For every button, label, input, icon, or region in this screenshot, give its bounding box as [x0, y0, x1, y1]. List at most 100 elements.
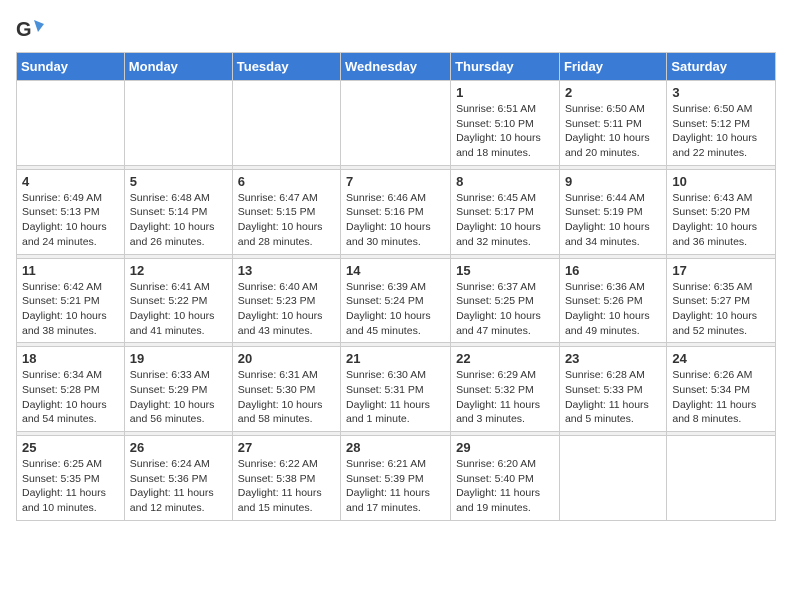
day-number: 20 — [238, 351, 335, 366]
day-number: 15 — [456, 263, 554, 278]
calendar-cell: 24 Sunrise: 6:26 AM Sunset: 5:34 PM Dayli… — [667, 347, 776, 432]
week-row-2: 4 Sunrise: 6:49 AM Sunset: 5:13 PM Daylig… — [17, 169, 776, 254]
day-info: Sunrise: 6:28 AM Sunset: 5:33 PM Dayligh… — [565, 368, 661, 427]
day-number: 12 — [130, 263, 227, 278]
day-info: Sunrise: 6:21 AM Sunset: 5:39 PM Dayligh… — [346, 457, 445, 516]
calendar-cell: 11 Sunrise: 6:42 AM Sunset: 5:21 PM Dayli… — [17, 258, 125, 343]
calendar-cell: 29 Sunrise: 6:20 AM Sunset: 5:40 PM Dayli… — [451, 436, 560, 521]
day-number: 23 — [565, 351, 661, 366]
calendar-cell: 28 Sunrise: 6:21 AM Sunset: 5:39 PM Dayli… — [341, 436, 451, 521]
day-number: 28 — [346, 440, 445, 455]
day-info: Sunrise: 6:35 AM Sunset: 5:27 PM Dayligh… — [672, 280, 770, 339]
day-info: Sunrise: 6:30 AM Sunset: 5:31 PM Dayligh… — [346, 368, 445, 427]
calendar-cell — [124, 81, 232, 166]
day-number: 18 — [22, 351, 119, 366]
day-number: 2 — [565, 85, 661, 100]
day-number: 29 — [456, 440, 554, 455]
calendar-cell: 14Sunrise: 6:39 AM Sunset: 5:24 PM Dayli… — [341, 258, 451, 343]
day-info: Sunrise: 6:37 AM Sunset: 5:25 PM Dayligh… — [456, 280, 554, 339]
calendar-cell: 25 Sunrise: 6:25 AM Sunset: 5:35 PM Dayli… — [17, 436, 125, 521]
day-info: Sunrise: 6:46 AM Sunset: 5:16 PM Dayligh… — [346, 191, 445, 250]
day-info: Sunrise: 6:20 AM Sunset: 5:40 PM Dayligh… — [456, 457, 554, 516]
day-info: Sunrise: 6:24 AM Sunset: 5:36 PM Dayligh… — [130, 457, 227, 516]
day-number: 8 — [456, 174, 554, 189]
day-info: Sunrise: 6:36 AM Sunset: 5:26 PM Dayligh… — [565, 280, 661, 339]
logo-icon: G — [16, 16, 44, 44]
calendar-cell: 8 Sunrise: 6:45 AM Sunset: 5:17 PM Daylig… — [451, 169, 560, 254]
calendar-cell: 1Sunrise: 6:51 AM Sunset: 5:10 PM Daylig… — [451, 81, 560, 166]
day-info: Sunrise: 6:29 AM Sunset: 5:32 PM Dayligh… — [456, 368, 554, 427]
week-row-5: 25 Sunrise: 6:25 AM Sunset: 5:35 PM Dayli… — [17, 436, 776, 521]
day-number: 5 — [130, 174, 227, 189]
calendar-cell: 18 Sunrise: 6:34 AM Sunset: 5:28 PM Dayli… — [17, 347, 125, 432]
calendar-cell: 22Sunrise: 6:29 AM Sunset: 5:32 PM Dayli… — [451, 347, 560, 432]
day-info: Sunrise: 6:43 AM Sunset: 5:20 PM Dayligh… — [672, 191, 770, 250]
calendar-cell: 10 Sunrise: 6:43 AM Sunset: 5:20 PM Dayli… — [667, 169, 776, 254]
calendar-cell: 27 Sunrise: 6:22 AM Sunset: 5:38 PM Dayli… — [232, 436, 340, 521]
calendar-cell: 21Sunrise: 6:30 AM Sunset: 5:31 PM Dayli… — [341, 347, 451, 432]
day-number: 3 — [672, 85, 770, 100]
day-info: Sunrise: 6:22 AM Sunset: 5:38 PM Dayligh… — [238, 457, 335, 516]
day-info: Sunrise: 6:51 AM Sunset: 5:10 PM Dayligh… — [456, 102, 554, 161]
calendar-table: SundayMondayTuesdayWednesdayThursdayFrid… — [16, 52, 776, 521]
calendar-cell: 19Sunrise: 6:33 AM Sunset: 5:29 PM Dayli… — [124, 347, 232, 432]
day-info: Sunrise: 6:47 AM Sunset: 5:15 PM Dayligh… — [238, 191, 335, 250]
day-number: 17 — [672, 263, 770, 278]
calendar-cell — [17, 81, 125, 166]
day-number: 10 — [672, 174, 770, 189]
day-number: 26 — [130, 440, 227, 455]
calendar-cell: 16 Sunrise: 6:36 AM Sunset: 5:26 PM Dayli… — [559, 258, 666, 343]
day-number: 6 — [238, 174, 335, 189]
day-number: 16 — [565, 263, 661, 278]
column-header-sunday: Sunday — [17, 53, 125, 81]
day-info: Sunrise: 6:48 AM Sunset: 5:14 PM Dayligh… — [130, 191, 227, 250]
day-info: Sunrise: 6:34 AM Sunset: 5:28 PM Dayligh… — [22, 368, 119, 427]
day-number: 24 — [672, 351, 770, 366]
day-info: Sunrise: 6:25 AM Sunset: 5:35 PM Dayligh… — [22, 457, 119, 516]
day-number: 25 — [22, 440, 119, 455]
calendar-cell — [341, 81, 451, 166]
calendar-cell — [667, 436, 776, 521]
column-header-wednesday: Wednesday — [341, 53, 451, 81]
column-header-friday: Friday — [559, 53, 666, 81]
column-header-monday: Monday — [124, 53, 232, 81]
week-row-1: 1Sunrise: 6:51 AM Sunset: 5:10 PM Daylig… — [17, 81, 776, 166]
calendar-cell — [559, 436, 666, 521]
day-info: Sunrise: 6:50 AM Sunset: 5:12 PM Dayligh… — [672, 102, 770, 161]
day-number: 13 — [238, 263, 335, 278]
day-info: Sunrise: 6:49 AM Sunset: 5:13 PM Dayligh… — [22, 191, 119, 250]
svg-text:G: G — [16, 19, 32, 41]
day-number: 7 — [346, 174, 445, 189]
calendar-cell: 23 Sunrise: 6:28 AM Sunset: 5:33 PM Dayli… — [559, 347, 666, 432]
calendar-cell: 7 Sunrise: 6:46 AM Sunset: 5:16 PM Daylig… — [341, 169, 451, 254]
calendar-cell: 3 Sunrise: 6:50 AM Sunset: 5:12 PM Daylig… — [667, 81, 776, 166]
day-number: 9 — [565, 174, 661, 189]
calendar-cell: 17 Sunrise: 6:35 AM Sunset: 5:27 PM Dayli… — [667, 258, 776, 343]
day-number: 27 — [238, 440, 335, 455]
calendar-cell: 26 Sunrise: 6:24 AM Sunset: 5:36 PM Dayli… — [124, 436, 232, 521]
column-header-thursday: Thursday — [451, 53, 560, 81]
day-info: Sunrise: 6:45 AM Sunset: 5:17 PM Dayligh… — [456, 191, 554, 250]
calendar-cell: 13 Sunrise: 6:40 AM Sunset: 5:23 PM Dayli… — [232, 258, 340, 343]
week-row-4: 18 Sunrise: 6:34 AM Sunset: 5:28 PM Dayli… — [17, 347, 776, 432]
calendar-cell: 20 Sunrise: 6:31 AM Sunset: 5:30 PM Dayli… — [232, 347, 340, 432]
calendar-cell: 2 Sunrise: 6:50 AM Sunset: 5:11 PM Daylig… — [559, 81, 666, 166]
calendar-cell: 5 Sunrise: 6:48 AM Sunset: 5:14 PM Daylig… — [124, 169, 232, 254]
calendar-cell — [232, 81, 340, 166]
day-info: Sunrise: 6:42 AM Sunset: 5:21 PM Dayligh… — [22, 280, 119, 339]
day-number: 4 — [22, 174, 119, 189]
day-info: Sunrise: 6:31 AM Sunset: 5:30 PM Dayligh… — [238, 368, 335, 427]
day-number: 11 — [22, 263, 119, 278]
day-info: Sunrise: 6:40 AM Sunset: 5:23 PM Dayligh… — [238, 280, 335, 339]
day-info: Sunrise: 6:41 AM Sunset: 5:22 PM Dayligh… — [130, 280, 227, 339]
calendar-cell: 9 Sunrise: 6:44 AM Sunset: 5:19 PM Daylig… — [559, 169, 666, 254]
day-info: Sunrise: 6:50 AM Sunset: 5:11 PM Dayligh… — [565, 102, 661, 161]
day-number: 19 — [130, 351, 227, 366]
day-number: 14 — [346, 263, 445, 278]
day-info: Sunrise: 6:44 AM Sunset: 5:19 PM Dayligh… — [565, 191, 661, 250]
calendar-cell: 4 Sunrise: 6:49 AM Sunset: 5:13 PM Daylig… — [17, 169, 125, 254]
day-info: Sunrise: 6:26 AM Sunset: 5:34 PM Dayligh… — [672, 368, 770, 427]
calendar-cell: 6 Sunrise: 6:47 AM Sunset: 5:15 PM Daylig… — [232, 169, 340, 254]
logo: G — [16, 16, 46, 44]
week-row-3: 11 Sunrise: 6:42 AM Sunset: 5:21 PM Dayli… — [17, 258, 776, 343]
